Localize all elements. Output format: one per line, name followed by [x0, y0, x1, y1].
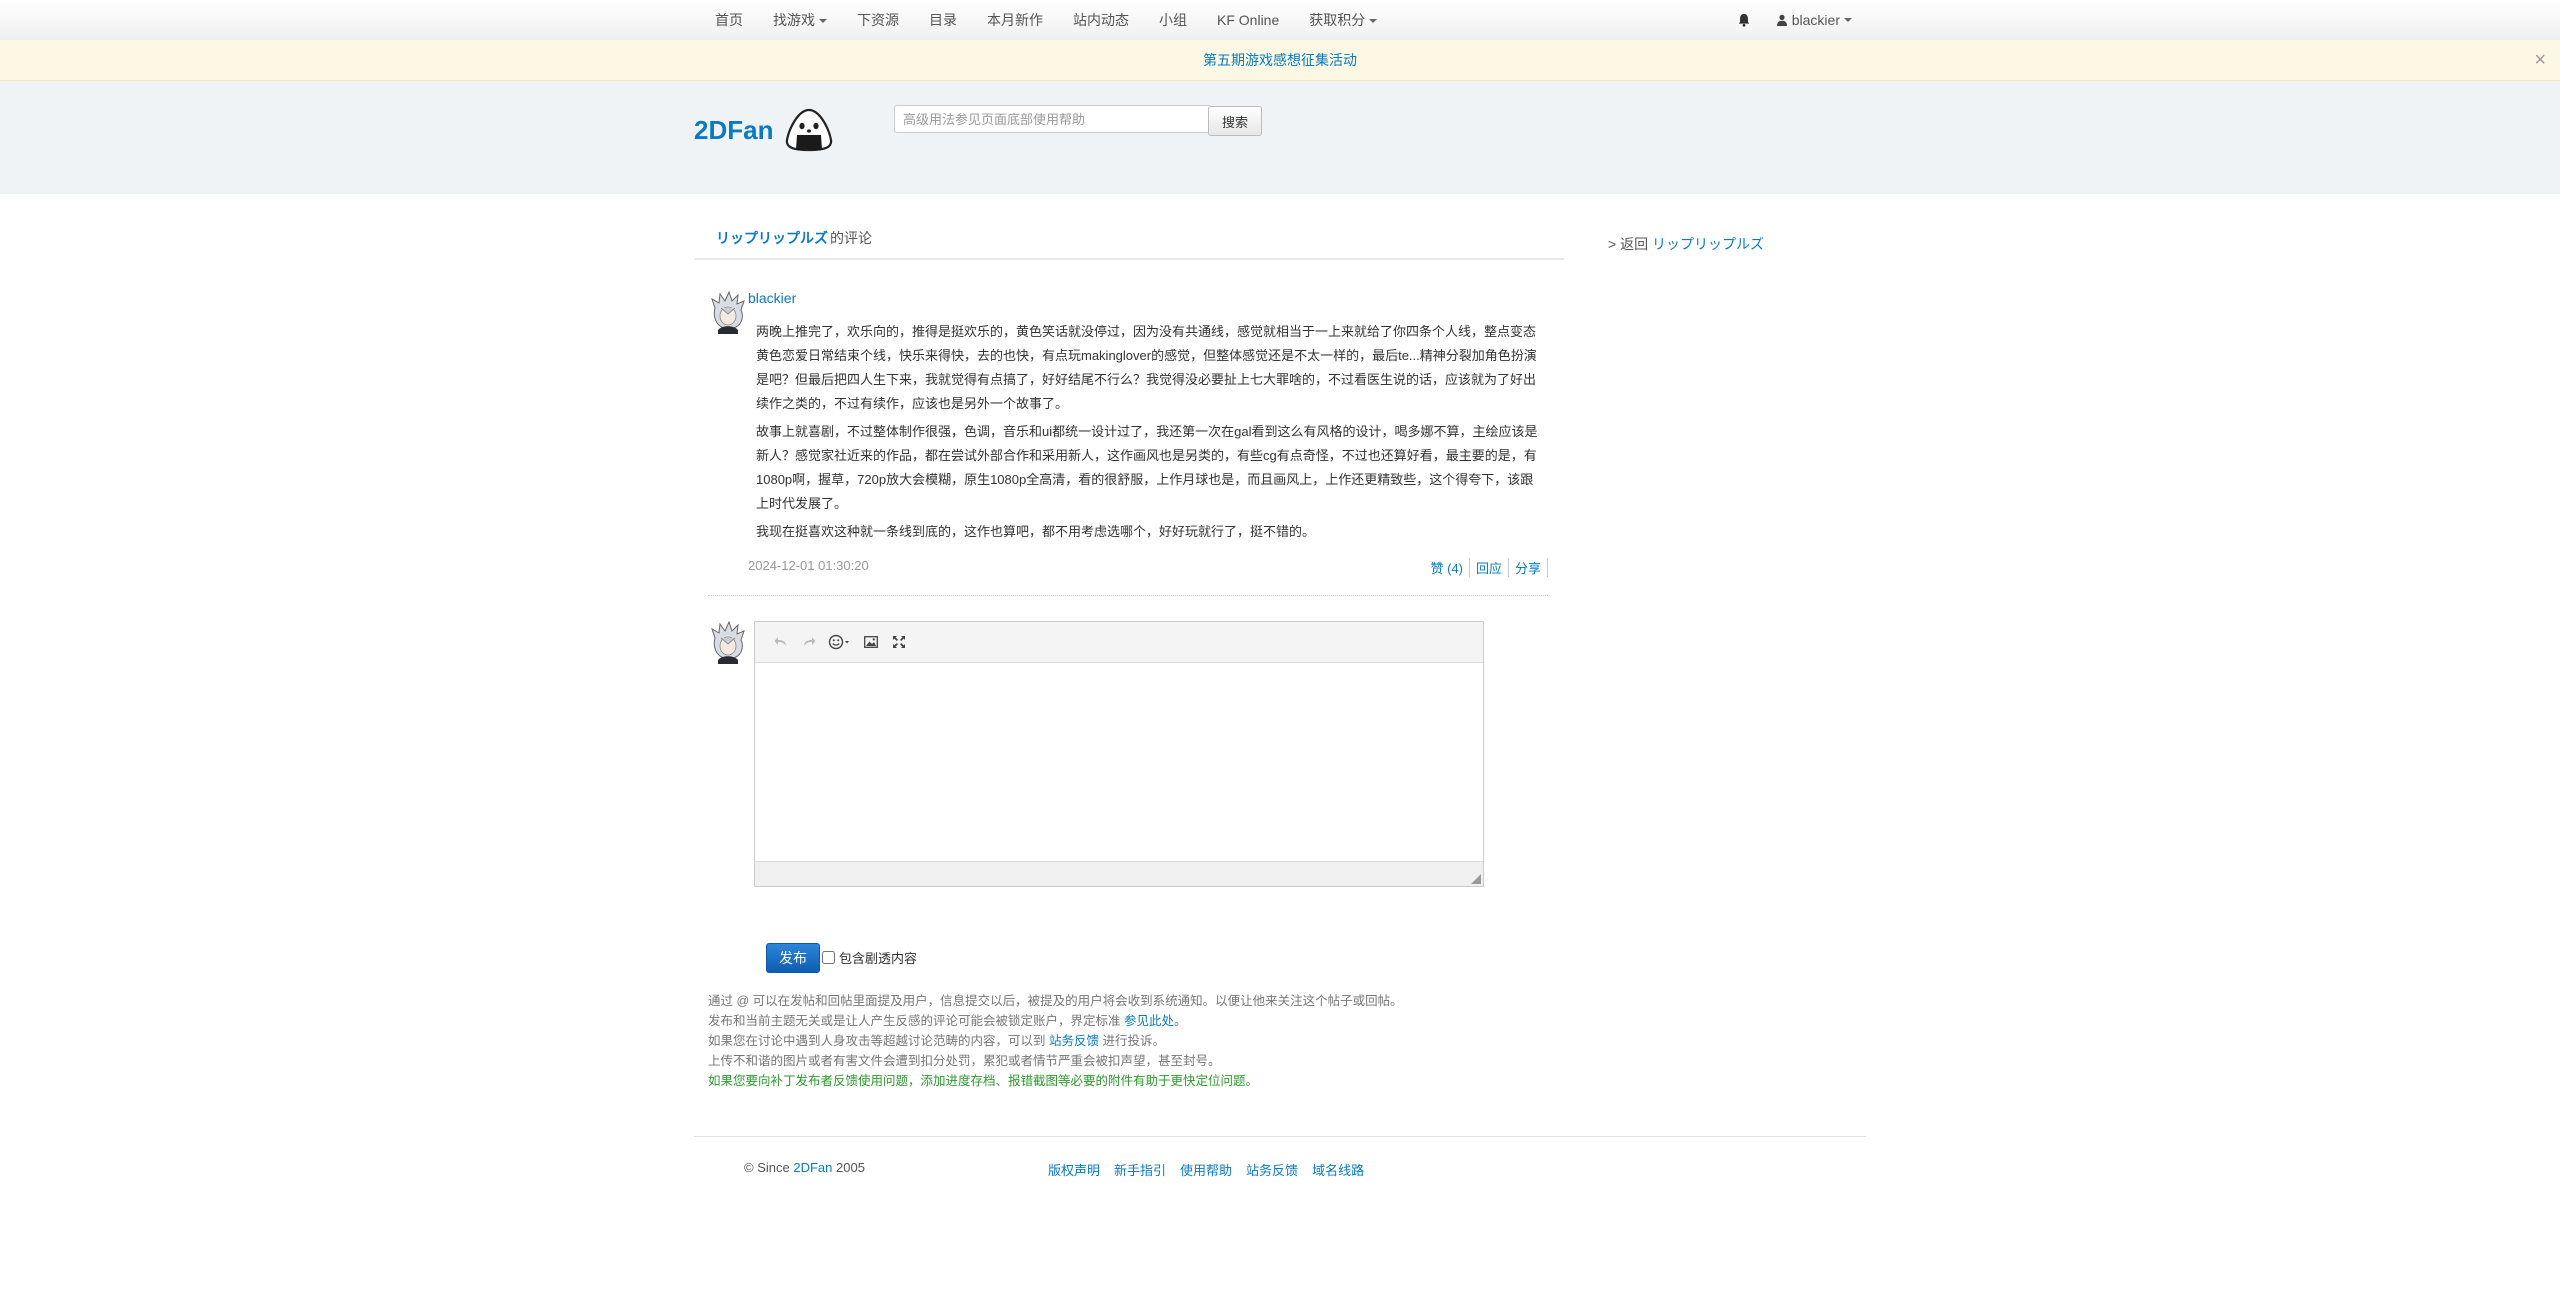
undo-button[interactable]	[767, 628, 795, 656]
fullscreen-button[interactable]	[885, 628, 913, 656]
comment-paragraph: 我现在挺喜欢这种就一条线到底的，这作也算吧，都不用考虑选哪个，好好玩就行了，挺不…	[756, 524, 1316, 539]
editor-toolbar	[755, 622, 1483, 663]
footer-links: 版权声明 新手指引 使用帮助 站务反馈 域名线路	[1048, 1160, 1378, 1179]
comment-meta: 2024-12-01 01:30:20 赞 (4) 回应 分享	[748, 558, 1548, 578]
note-text: 发布和当前主题无关或是让人产生反感的评论可能会被锁定账户，界定标准	[708, 1014, 1121, 1028]
comment-paragraph: 故事上就喜剧，不过整体制作很强，色调，音乐和ui都统一设计过了，我还第一次在ga…	[756, 424, 1538, 511]
nav-user-area: blackier	[1736, 0, 1852, 40]
game-title-link[interactable]: リップリップルズ	[716, 228, 828, 248]
like-button[interactable]: 赞 (4)	[1424, 558, 1470, 577]
note-line-highlight: 如果您要向补丁发布者反馈使用问题，添加进度存档、报错截图等必要的附件有助于更快定…	[708, 1074, 1259, 1088]
site-header: 2DFan 搜索	[0, 81, 2560, 194]
bell-icon[interactable]	[1736, 12, 1752, 28]
resize-handle-icon[interactable]	[1471, 874, 1481, 884]
comment-body: 两晚上推完了，欢乐向的，推得是挺欢乐的，黄色笑话就没停过，因为没有共通线，感觉就…	[756, 320, 1546, 548]
publish-button[interactable]: 发布	[766, 943, 820, 973]
announcement-link[interactable]: 第五期游戏感想征集活动	[1203, 52, 1357, 68]
editor-text-area[interactable]	[755, 663, 1483, 861]
top-navbar: 首页 找游戏 下资源 目录 本月新作 站内动态 小组 KF Online 获取积…	[0, 0, 2560, 41]
footer-link-newbie-guide[interactable]: 新手指引	[1114, 1160, 1166, 1179]
nav-item-site-activity[interactable]: 站内动态	[1058, 0, 1144, 40]
nav-label: 站内动态	[1073, 12, 1129, 28]
note-text: 。	[1174, 1014, 1187, 1028]
avatar	[711, 620, 745, 664]
back-to-game-link[interactable]: リップリップルズ	[1652, 236, 1764, 252]
site-logo[interactable]: 2DFan	[694, 107, 835, 153]
divider	[708, 595, 1548, 596]
back-prefix: > 返回	[1608, 236, 1649, 252]
nav-item-downloads[interactable]: 下资源	[842, 0, 914, 40]
site-feedback-link[interactable]: 站务反馈	[1049, 1034, 1099, 1048]
footer-link-feedback[interactable]: 站务反馈	[1246, 1160, 1298, 1179]
footer-link-help[interactable]: 使用帮助	[1180, 1160, 1232, 1179]
comment-timestamp: 2024-12-01 01:30:20	[748, 558, 869, 573]
undo-icon	[774, 637, 786, 646]
spoiler-checkbox[interactable]	[822, 951, 835, 964]
username: blackier	[1791, 12, 1840, 28]
announcement-bar: 第五期游戏感想征集活动 ×	[0, 40, 2560, 81]
redo-button[interactable]	[795, 628, 823, 656]
search-input[interactable]	[894, 105, 1212, 133]
caret-down-icon	[1844, 18, 1852, 22]
copyright-year: 2005	[836, 1160, 865, 1175]
copyright-prefix: © Since	[744, 1160, 790, 1175]
nav-item-find-games[interactable]: 找游戏	[758, 0, 842, 40]
copyright-site-link[interactable]: 2DFan	[793, 1160, 832, 1175]
emoji-button[interactable]	[823, 628, 857, 656]
comment-author-link[interactable]: blackier	[748, 290, 796, 306]
footer-link-copyright[interactable]: 版权声明	[1048, 1160, 1100, 1179]
nav-menu: 首页 找游戏 下资源 目录 本月新作 站内动态 小组 KF Online 获取积…	[700, 0, 1392, 40]
spoiler-checkbox-label[interactable]: 包含剧透内容	[822, 948, 917, 967]
nav-item-home[interactable]: 首页	[700, 0, 758, 40]
user-menu[interactable]: blackier	[1776, 12, 1852, 28]
note-line: 上传不和谐的图片或者有害文件会遭到扣分处罚，累犯或者情节严重会被扣声望，甚至封号…	[708, 1054, 1221, 1068]
copyright: © Since 2DFan 2005	[744, 1160, 865, 1175]
page-heading-suffix: 的评论	[830, 230, 872, 246]
nav-label: 首页	[715, 12, 743, 28]
footer-divider	[694, 1136, 1866, 1137]
avatar[interactable]	[708, 290, 748, 334]
redo-icon	[804, 637, 816, 646]
reply-editor	[754, 621, 1484, 887]
nav-item-groups[interactable]: 小组	[1144, 0, 1202, 40]
caret-down-icon	[819, 19, 827, 24]
rules-link[interactable]: 参见此处	[1124, 1014, 1174, 1028]
nav-label: 找游戏	[773, 12, 815, 28]
nav-item-get-points[interactable]: 获取积分	[1294, 0, 1392, 40]
caret-down-icon	[1369, 19, 1378, 24]
nav-label: 目录	[929, 12, 957, 28]
note-text: 进行投诉。	[1102, 1034, 1166, 1048]
posting-notes: 通过 @ 可以在发帖和回帖里面提及用户，信息提交以后，被提及的用户将会收到系统通…	[708, 991, 1568, 1091]
share-button[interactable]: 分享	[1509, 558, 1548, 577]
note-line: 通过 @ 可以在发帖和回帖里面提及用户，信息提交以后，被提及的用户将会收到系统通…	[708, 994, 1403, 1008]
comment-actions: 赞 (4) 回应 分享	[1424, 558, 1548, 577]
nav-label: 本月新作	[987, 12, 1043, 28]
nav-label: KF Online	[1217, 12, 1280, 28]
nav-label: 下资源	[857, 12, 899, 28]
sidebar-back: > 返回 リップリップルズ	[1608, 234, 1764, 254]
close-icon[interactable]: ×	[2534, 40, 2546, 80]
user-icon	[1776, 14, 1787, 26]
note-line: 发布和当前主题无关或是让人产生反感的评论可能会被锁定账户，界定标准 参见此处。	[708, 1011, 1568, 1031]
spoiler-label-text: 包含剧透内容	[839, 951, 918, 966]
page-heading: リップリップルズ 的评论	[694, 228, 1564, 260]
comment-paragraph: 两晚上推完了，欢乐向的，推得是挺欢乐的，黄色笑话就没停过，因为没有共通线，感觉就…	[756, 324, 1537, 411]
note-text: 如果您在讨论中遇到人身攻击等超越讨论范畴的内容，可以到	[708, 1034, 1046, 1048]
nav-item-kf-online[interactable]: KF Online	[1202, 0, 1294, 40]
nav-item-catalog[interactable]: 目录	[914, 0, 972, 40]
nav-item-new-this-month[interactable]: 本月新作	[972, 0, 1058, 40]
nav-label: 获取积分	[1309, 12, 1366, 28]
onigiri-mascot-icon	[786, 108, 833, 152]
editor-statusbar	[755, 861, 1483, 886]
note-line: 如果您在讨论中遇到人身攻击等超越讨论范畴的内容，可以到 站务反馈 进行投诉。	[708, 1031, 1568, 1051]
logo-text: 2DFan	[694, 114, 774, 145]
fullscreen-icon	[893, 636, 905, 648]
image-button[interactable]	[857, 628, 885, 656]
nav-label: 小组	[1159, 12, 1187, 28]
emoji-icon	[828, 634, 849, 650]
image-icon	[864, 636, 878, 648]
search-button[interactable]: 搜索	[1208, 106, 1262, 136]
footer-link-domains[interactable]: 域名线路	[1312, 1160, 1364, 1179]
reply-button[interactable]: 回应	[1470, 558, 1509, 577]
